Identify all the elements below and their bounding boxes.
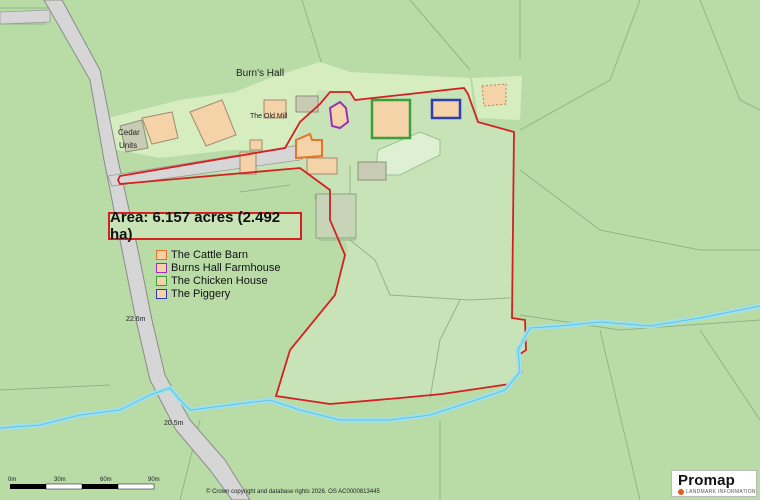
legend-swatch <box>156 262 167 273</box>
brand-tagline: LANDMARK INFORMATION <box>686 489 756 495</box>
legend-swatch <box>156 288 167 299</box>
spot-height-label: 22.6m <box>126 316 146 323</box>
building <box>306 157 338 175</box>
place-label-units: Units <box>119 141 138 150</box>
hardstanding <box>315 193 357 239</box>
legend-label: Burns Hall Farmhouse <box>171 261 281 274</box>
scale-label: 0m <box>8 477 17 483</box>
legend-label: The Chicken House <box>171 274 268 287</box>
legend-item: The Piggery <box>156 287 280 300</box>
legend-label: The Cattle Barn <box>171 248 249 261</box>
map-canvas[interactable] <box>0 0 760 500</box>
farmhouse-outline <box>328 100 350 130</box>
legend-item: Burns Hall Farmhouse <box>156 261 280 274</box>
minor-road <box>0 9 51 25</box>
legend-item: The Chicken House <box>156 274 280 287</box>
legend: The Cattle Barn Burns Hall Farmhouse The… <box>156 248 280 300</box>
scale-label: 60m <box>100 477 112 483</box>
scale-bar <box>10 483 155 490</box>
place-label-old-mill: The Old Mill <box>250 113 288 120</box>
copyright-notice: © Crown copyright and database rights 20… <box>206 489 380 495</box>
area-label: Area: 6.157 acres (2.492 ha) <box>108 209 302 243</box>
place-label-burns-hall: Burn's Hall <box>236 68 285 79</box>
legend-swatch <box>156 275 167 286</box>
brand-name: Promap <box>678 472 736 489</box>
brand-dot-icon <box>678 489 684 495</box>
legend-label: The Piggery <box>171 287 231 300</box>
place-label-cedar: Cedar <box>118 128 140 137</box>
legend-item: The Cattle Barn <box>156 248 280 261</box>
spot-height-label: 20.5m <box>164 420 184 427</box>
building <box>249 139 263 151</box>
scale-label: 90m <box>148 477 160 483</box>
piggery-outline <box>430 98 462 120</box>
building <box>481 83 507 107</box>
legend-swatch <box>156 249 167 260</box>
promap-logo: Promap LANDMARK INFORMATION <box>671 470 757 497</box>
scale-label: 30m <box>54 477 66 483</box>
chicken-house-outline <box>370 98 412 140</box>
